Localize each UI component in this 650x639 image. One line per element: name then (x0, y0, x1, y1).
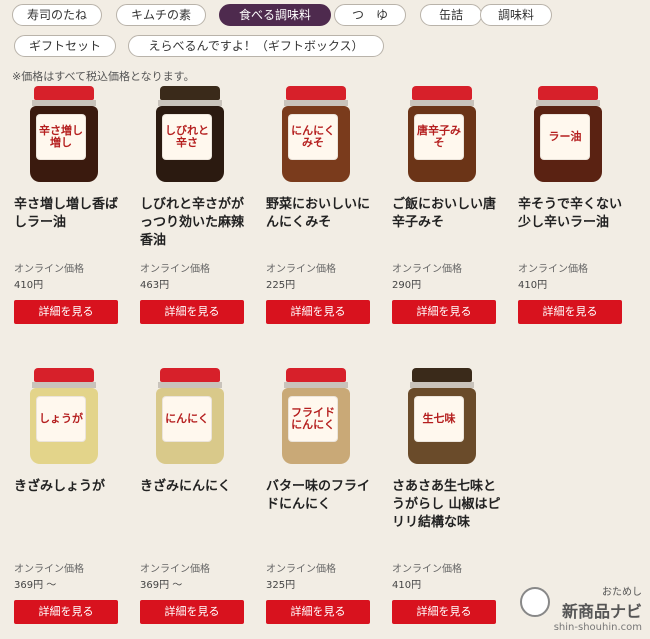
watermark-top: おためし (602, 587, 642, 598)
product-card: しょうがきざみしょうがオンライン価格 369円 ～ 詳細を見る (14, 368, 124, 630)
product-image[interactable]: フライドにんにく (278, 368, 354, 466)
jar-lid (412, 368, 472, 382)
details-button[interactable]: 詳細を見る (14, 600, 118, 624)
jar-label: しびれと辛さ (162, 114, 212, 160)
jar-lid (160, 86, 220, 100)
product-name[interactable]: バター味のフライドにんにく (266, 478, 378, 514)
jar-lid (538, 86, 598, 100)
product-card: しびれと辛さしびれと辛さががっつり効いた麻辣香油オンライン価格 463円詳細を見る (140, 86, 250, 328)
price-label: オンライン価格 (140, 264, 210, 275)
tab-eating-seasoning[interactable]: 食べる調味料 (219, 4, 331, 26)
tab-seasoning[interactable]: 調味料 (480, 4, 552, 26)
product-card: ラー油辛そうで辛くない少し辛いラー油オンライン価格 410円詳細を見る (518, 86, 628, 328)
tab-tsuyu[interactable]: つ ゆ (334, 4, 406, 26)
product-name[interactable]: 辛さ増し増し香ばしラー油 (14, 196, 126, 232)
product-card: にんにくきざみにんにくオンライン価格 369円 ～ 詳細を見る (140, 368, 250, 630)
jar-label: 生七味 (414, 396, 464, 442)
product-name[interactable]: きざみにんにく (140, 478, 252, 496)
details-button[interactable]: 詳細を見る (266, 300, 370, 324)
jar-lid (286, 368, 346, 382)
jar-label: にんにく (162, 396, 212, 442)
product-name[interactable]: さあさあ生七味とうがらし 山椒はピリリ結構な味 (392, 478, 504, 532)
product-name[interactable]: 野菜においしいにんにくみそ (266, 196, 378, 232)
price-label: オンライン価格 (14, 564, 84, 575)
price-label: オンライン価格 (266, 564, 336, 575)
product-image[interactable]: ラー油 (530, 86, 606, 184)
price-note: ※価格はすべて税込価格となります。 (12, 70, 195, 83)
jar-label: ラー油 (540, 114, 590, 160)
product-name[interactable]: しびれと辛さががっつり効いた麻辣香油 (140, 196, 252, 250)
jar-label: 辛さ増し増し (36, 114, 86, 160)
jar-lid (412, 86, 472, 100)
product-card: 生七味さあさあ生七味とうがらし 山椒はピリリ結構な味オンライン価格 410円詳細を… (392, 368, 502, 630)
jar-lid (160, 368, 220, 382)
tab-kimchi-base[interactable]: キムチの素 (116, 4, 206, 26)
jar-lid (34, 368, 94, 382)
product-card: 辛さ増し増し辛さ増し増し香ばしラー油オンライン価格 410円詳細を見る (14, 86, 124, 328)
price-label: オンライン価格 (266, 264, 336, 275)
product-price: 410円 (518, 280, 548, 291)
details-button[interactable]: 詳細を見る (392, 600, 496, 624)
product-price: 369円 ～ (14, 580, 57, 591)
mascot-icon (519, 587, 550, 617)
jar-label: 唐辛子みそ (414, 114, 464, 160)
product-card: フライドにんにくバター味のフライドにんにくオンライン価格 325円詳細を見る (266, 368, 376, 630)
price-label: オンライン価格 (392, 264, 462, 275)
watermark-url: shin-shouhin.com (553, 622, 642, 633)
product-image[interactable]: しびれと辛さ (152, 86, 228, 184)
product-name[interactable]: ご飯においしい唐辛子みそ (392, 196, 504, 232)
jar-lid (34, 86, 94, 100)
product-image[interactable]: 生七味 (404, 368, 480, 466)
price-label: オンライン価格 (14, 264, 84, 275)
jar-lid (286, 86, 346, 100)
tab-gift-box[interactable]: えらべるんですよ！（ギフトボックス） (128, 35, 384, 57)
product-price: 325円 (266, 580, 296, 591)
product-card: 唐辛子みそご飯においしい唐辛子みそオンライン価格 290円詳細を見る (392, 86, 502, 328)
product-price: 410円 (14, 280, 44, 291)
product-image[interactable]: にんにくみそ (278, 86, 354, 184)
price-label: オンライン価格 (392, 564, 462, 575)
details-button[interactable]: 詳細を見る (140, 600, 244, 624)
jar-label: にんにくみそ (288, 114, 338, 160)
product-price: 463円 (140, 280, 170, 291)
jar-label: しょうが (36, 396, 86, 442)
watermark-logo: 新商品ナビ (561, 602, 642, 621)
price-label: オンライン価格 (140, 564, 210, 575)
details-button[interactable]: 詳細を見る (518, 300, 622, 324)
details-button[interactable]: 詳細を見る (266, 600, 370, 624)
product-name[interactable]: きざみしょうが (14, 478, 126, 496)
tab-sushi-topping[interactable]: 寿司のたね (12, 4, 102, 26)
product-image[interactable]: 唐辛子みそ (404, 86, 480, 184)
product-image[interactable]: 辛さ増し増し (26, 86, 102, 184)
product-card: にんにくみそ野菜においしいにんにくみそオンライン価格 225円詳細を見る (266, 86, 376, 328)
watermark: おためし 新商品ナビ shin-shouhin.com (519, 583, 642, 633)
product-price: 290円 (392, 280, 422, 291)
tab-canned[interactable]: 缶詰 (420, 4, 482, 26)
details-button[interactable]: 詳細を見る (140, 300, 244, 324)
details-button[interactable]: 詳細を見る (14, 300, 118, 324)
product-name[interactable]: 辛そうで辛くない少し辛いラー油 (518, 196, 630, 232)
product-price: 369円 ～ (140, 580, 183, 591)
price-label: オンライン価格 (518, 264, 588, 275)
jar-label: フライドにんにく (288, 396, 338, 442)
details-button[interactable]: 詳細を見る (392, 300, 496, 324)
tab-gift-set[interactable]: ギフトセット (14, 35, 116, 57)
product-image[interactable]: しょうが (26, 368, 102, 466)
product-image[interactable]: にんにく (152, 368, 228, 466)
product-price: 410円 (392, 580, 422, 591)
product-price: 225円 (266, 280, 296, 291)
